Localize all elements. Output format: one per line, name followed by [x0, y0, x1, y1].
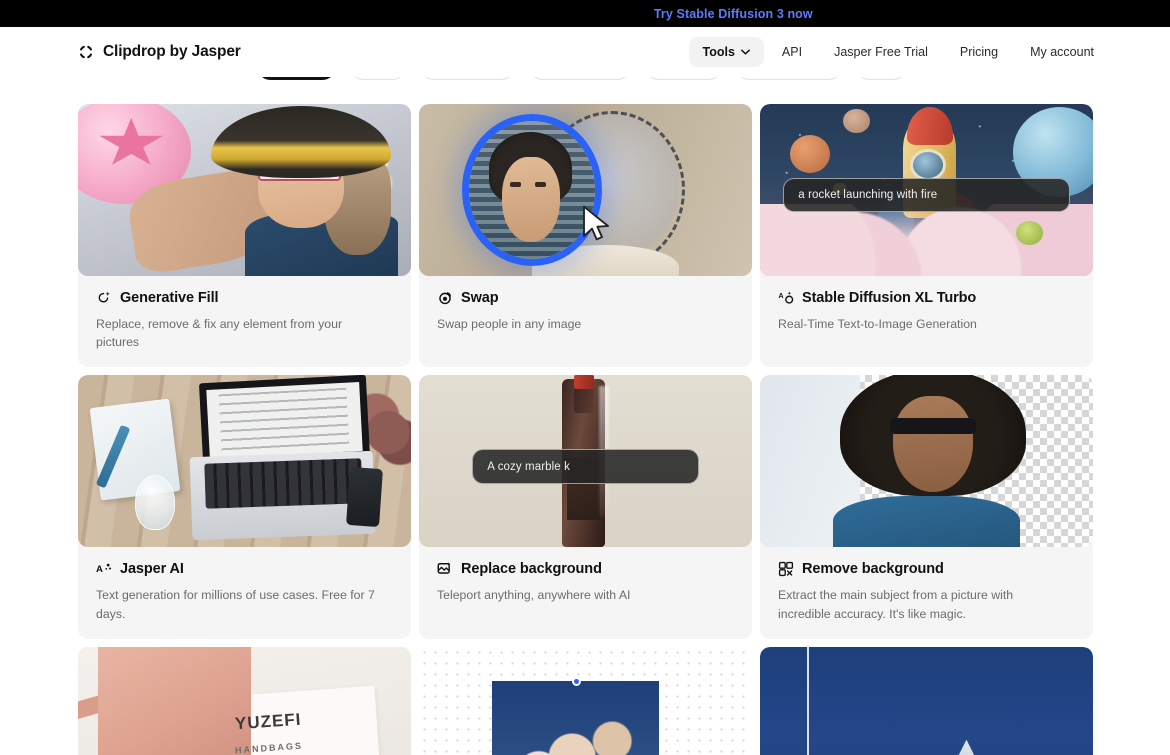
tool-card-image-upscaler[interactable] [760, 646, 1093, 755]
nav-item-tools[interactable]: Tools [688, 37, 764, 67]
nav-item-label: API [781, 45, 803, 59]
tool-card-title: Replace background [461, 561, 602, 578]
nav-item-label: Jasper Free Trial [834, 45, 928, 59]
clipdrop-crop-circle-icon [80, 45, 92, 59]
nav-item-pricing[interactable]: Pricing [946, 37, 1012, 67]
tool-thumbnail [419, 104, 752, 276]
tool-card-swap[interactable]: Swap Swap people in any image [419, 104, 752, 368]
tool-card-title-row: Generative Fill [96, 290, 393, 306]
prompt-text: a rocket launching with fire [798, 189, 938, 202]
text-to-image-icon: A [778, 291, 794, 304]
promo-banner-text: Stable Diffusion 3 is now available in C… [357, 6, 640, 21]
tool-card-body: Replace background Teleport anything, an… [419, 547, 752, 620]
tool-thumbnail: YUZEFI HANDBAGS [78, 646, 411, 755]
brand-name: Clipdrop by Jasper [103, 43, 241, 60]
jasper-ai-artwork [78, 375, 411, 548]
tool-card-description: Teleport anything, anywhere with AI [437, 588, 631, 603]
tool-card-description: Real-Time Text-to-Image Generation [778, 317, 977, 331]
tool-thumbnail: A cozy marble k [419, 375, 752, 548]
main-nav: Tools API Jasper Free Trial Pricing My a… [688, 37, 1108, 67]
image-upscaler-artwork [760, 646, 1093, 755]
tool-card-remove-background[interactable]: Remove background Extract the main subje… [760, 375, 1093, 639]
sparkle-circle-icon [98, 291, 110, 303]
tool-card-description: Replace, remove & fix any element from y… [96, 317, 343, 350]
comparison-slider-line [806, 646, 809, 755]
generative-fill-artwork [78, 104, 411, 276]
tool-card-body: A Jasper AI Text generation for millions… [78, 547, 411, 638]
tool-thumbnail: a rocket launching with fire [760, 104, 1093, 276]
tool-card-replace-background[interactable]: A cozy marble k Replace background Telep… [419, 375, 752, 639]
tool-card-body: Swap Swap people in any image [419, 276, 752, 349]
tool-thumbnail [760, 375, 1093, 548]
jasper-sparkle-a-icon: A [96, 564, 112, 576]
tool-card-body: A Stable Diffusion XL Turbo Real-Time Te… [760, 276, 1093, 349]
nav-item-api[interactable]: API [768, 37, 816, 67]
tool-card-description: Text generation for millions of use case… [96, 588, 375, 621]
remove-background-icon [778, 562, 794, 577]
tool-card-title: Stable Diffusion XL Turbo [802, 290, 977, 306]
tool-card-jasper-ai[interactable]: A Jasper AI Text generation for millions… [78, 375, 411, 639]
clipdrop-tools-page: Stable Diffusion 3 is now available in C… [0, 0, 1170, 755]
tool-card-stable-diffusion-xl-turbo[interactable]: a rocket launching with fire A Stable Di… [760, 104, 1093, 368]
tool-card-description: Extract the main subject from a picture … [778, 588, 1014, 621]
tool-thumbnail [78, 375, 411, 548]
prompt-overlay-sdxl: a rocket launching with fire [783, 177, 1070, 213]
tool-thumbnail [419, 646, 752, 755]
replace-background-artwork: A cozy marble k [419, 375, 752, 548]
nav-item-label: Tools [702, 45, 735, 59]
chevron-down-icon [740, 49, 750, 55]
tools-grid: Generative Fill Replace, remove & fix an… [78, 104, 1094, 755]
prompt-text: A cozy marble k [487, 460, 570, 473]
tool-card-title: Swap [461, 290, 499, 306]
nav-item-label: Pricing [959, 45, 999, 59]
promo-banner-link[interactable]: Try Stable Diffusion 3 now [654, 7, 813, 21]
remove-background-artwork [760, 375, 1093, 548]
nav-item-my-account[interactable]: My account [1016, 37, 1108, 67]
uncrop-artwork [419, 646, 752, 755]
face-swap-icon [439, 292, 451, 305]
replace-background-icon [437, 562, 451, 575]
prompt-overlay-replace-background: A cozy marble k [472, 449, 699, 484]
selection-handle-top[interactable] [571, 677, 581, 687]
site-header: Clipdrop by Jasper Tools API Jasper Free… [0, 27, 1170, 77]
tool-card-body: Generative Fill Replace, remove & fix an… [78, 276, 411, 367]
tool-card-title-row: Remove background [778, 561, 1075, 577]
tool-card-title: Jasper AI [120, 561, 184, 578]
tool-thumbnail [78, 104, 411, 276]
mouse-cursor-icon [582, 205, 609, 241]
tool-card-title-row: Swap [437, 290, 734, 306]
tool-card-title-row: Replace background [437, 561, 734, 577]
promo-banner: Stable Diffusion 3 is now available in C… [0, 0, 1170, 27]
tool-card-description: Swap people in any image [437, 317, 582, 331]
tool-card-title-row: A Stable Diffusion XL Turbo [778, 290, 1075, 306]
tool-card-title: Remove background [802, 561, 944, 578]
svg-text:A: A [96, 565, 103, 576]
nav-item-jasper-free-trial[interactable]: Jasper Free Trial [820, 37, 942, 67]
tool-card-generative-fill[interactable]: Generative Fill Replace, remove & fix an… [78, 104, 411, 368]
nav-item-label: My account [1030, 45, 1094, 59]
tool-card-product-photography[interactable]: YUZEFI HANDBAGS [78, 646, 411, 755]
tool-card-uncrop[interactable] [419, 646, 752, 755]
sdxl-turbo-artwork: a rocket launching with fire [760, 104, 1093, 276]
product-photography-artwork: YUZEFI HANDBAGS [78, 646, 411, 755]
brand-logo-link[interactable]: Clipdrop by Jasper [78, 43, 241, 61]
tool-thumbnail [760, 646, 1093, 755]
svg-text:A: A [778, 291, 783, 300]
swap-artwork [419, 104, 752, 276]
tool-card-title-row: A Jasper AI [96, 561, 393, 577]
tool-card-title: Generative Fill [120, 290, 219, 306]
tool-card-body: Remove background Extract the main subje… [760, 547, 1093, 638]
